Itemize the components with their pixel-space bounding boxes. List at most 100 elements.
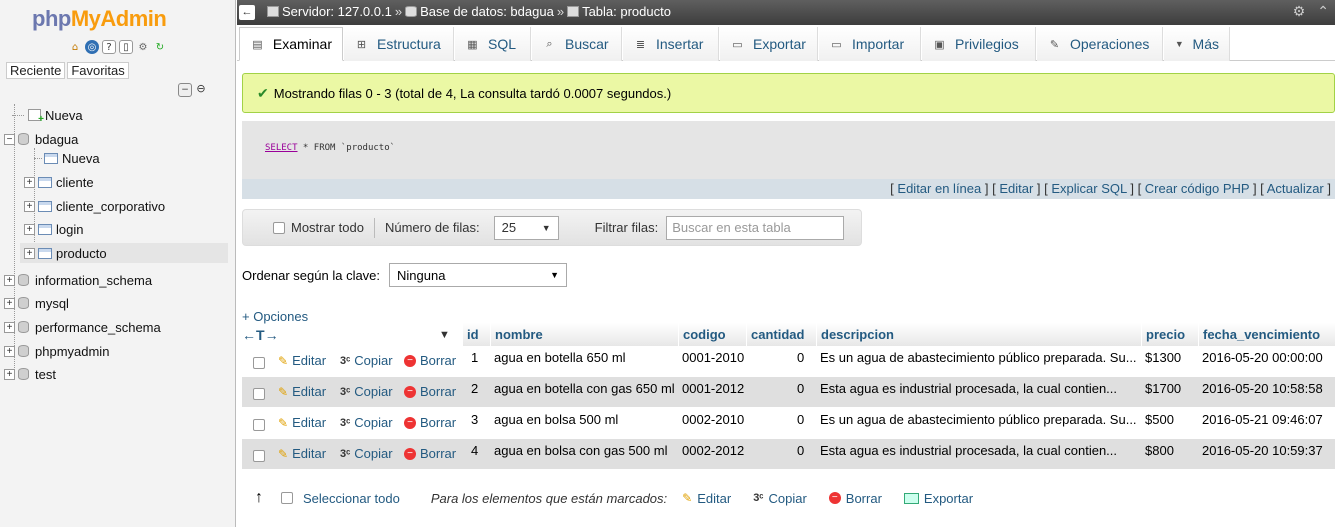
column-header-fecha-vencimiento[interactable]: fecha_vencimiento [1198,323,1335,346]
bulk-delete-button[interactable]: − Borrar [828,491,882,506]
expand-icon[interactable]: + [4,274,15,286]
tree-table-login[interactable]: + login [24,219,83,239]
row-checkbox[interactable] [253,357,265,369]
column-menu-icon[interactable]: ▼ [439,329,450,341]
breadcrumb-database[interactable]: Base de datos: bdagua [420,4,554,19]
collapse-topbar-icon[interactable]: ⌃ [1317,3,1329,20]
tree-db-bdagua[interactable]: − bdagua [4,129,78,149]
show-all-checkbox[interactable] [273,221,285,234]
insert-icon: ≣ [635,38,646,51]
cell-id: 3 [471,412,479,427]
recent-tab[interactable]: Reciente [6,62,66,79]
settings-gear-icon[interactable]: ⚙ [1293,3,1306,20]
row-edit-button[interactable]: ✎ Editar [278,408,326,438]
tree-table-cliente[interactable]: + cliente [24,172,94,192]
explain-sql-link[interactable]: Explicar SQL [1051,181,1126,196]
row-delete-button[interactable]: − Borrar [404,408,456,438]
row-copy-button[interactable]: 3ᶜ Copiar [340,408,393,438]
tab-estructura[interactable]: ⊞ Estructura [344,27,454,61]
column-header-nombre[interactable]: nombre [490,323,678,346]
with-selected-label: Para los elementos que están marcados: [430,490,668,506]
row-checkbox[interactable] [253,419,265,431]
tree-db-performance-schema[interactable]: + performance_schema [4,317,161,337]
up-arrow-icon: ↑ [255,489,263,506]
column-header-precio[interactable]: precio [1141,323,1198,346]
tab-operaciones[interactable]: ✎ Operaciones [1037,27,1163,61]
column-header-id[interactable]: id [462,323,490,346]
tab-sql[interactable]: ▦ SQL [455,27,531,61]
tab-exportar[interactable]: ▭ Exportar [720,27,818,61]
select-all-checkbox[interactable] [281,492,293,504]
tree-new-database[interactable]: Nueva [12,105,83,125]
copy-label: Copiar [354,384,393,399]
refresh-link[interactable]: Actualizar [1267,181,1324,196]
logout-icon[interactable]: ◎ [85,40,99,54]
row-delete-button[interactable]: − Borrar [404,377,456,407]
column-visibility-icon[interactable]: T [256,327,265,343]
expand-icon[interactable]: + [24,247,35,259]
link-icon[interactable]: ⊖ [194,83,208,97]
tab-buscar[interactable]: ⌕ Buscar [532,27,622,61]
filter-input[interactable]: Buscar en esta tabla [666,215,845,240]
row-edit-button[interactable]: ✎ Editar [278,346,326,376]
collapse-icon[interactable]: − [4,133,15,145]
bulk-edit-button[interactable]: ✎ Editar [682,491,731,506]
column-header-descripcion[interactable]: descripcion [816,323,1141,346]
right-arrow-icon[interactable]: → [265,327,279,343]
expand-icon[interactable]: + [4,368,15,380]
column-header-cantidad[interactable]: cantidad [746,323,816,346]
tab-examinar[interactable]: ▤ Examinar [239,27,343,61]
docs-icon[interactable]: ? [102,40,116,54]
row-copy-button[interactable]: 3ᶜ Copiar [340,377,393,407]
expand-icon[interactable]: + [24,223,35,235]
tree-db-information-schema[interactable]: + information_schema [4,270,152,290]
tree-db-test[interactable]: + test [4,364,56,384]
options-link[interactable]: + Opciones [242,309,308,324]
breadcrumb-server[interactable]: Servidor: 127.0.0.1 [282,4,392,19]
tree-label: phpmyadmin [35,343,110,359]
tab-mas[interactable]: ▼ Más [1164,27,1230,61]
back-arrow-icon[interactable]: ← [239,5,255,20]
tree-db-phpmyadmin[interactable]: + phpmyadmin [4,341,109,361]
row-copy-button[interactable]: 3ᶜ Copiar [340,439,393,469]
expand-icon[interactable]: + [4,345,15,357]
select-all-label[interactable]: Seleccionar todo [303,491,400,506]
rows-select[interactable]: 25 ▼ [493,215,559,240]
column-header-codigo[interactable]: codigo [678,323,746,346]
expand-icon[interactable]: + [24,176,35,188]
tab-importar[interactable]: ▭ Importar [819,27,921,61]
breadcrumb-table[interactable]: Tabla: producto [582,4,671,19]
tree-table-producto[interactable]: + producto [20,243,228,263]
bulk-copy-button[interactable]: 3ᶜ Copiar [753,491,807,506]
phpmyadmin-logo[interactable]: phpMyAdmin [32,6,167,32]
order-select[interactable]: Ninguna ▼ [389,263,568,287]
row-checkbox[interactable] [253,388,265,400]
create-php-code-link[interactable]: Crear código PHP [1145,181,1250,196]
bulk-export-button[interactable]: Exportar [903,491,973,506]
row-edit-button[interactable]: ✎ Editar [278,439,326,469]
tab-privilegios[interactable]: ▣ Privilegios [922,27,1036,61]
row-checkbox[interactable] [253,450,265,462]
tab-insertar[interactable]: ≣ Insertar [623,27,719,61]
row-delete-button[interactable]: − Borrar [404,439,456,469]
edit-inline-link[interactable]: Editar en línea [897,181,981,196]
row-edit-button[interactable]: ✎ Editar [278,377,326,407]
sql-keyword[interactable]: SELECT [265,143,298,153]
expand-icon[interactable]: + [24,200,35,212]
reload-icon[interactable]: ↻ [153,40,167,54]
row-copy-button[interactable]: 3ᶜ Copiar [340,346,393,376]
home-icon[interactable]: ⌂ [68,40,82,54]
row-delete-button[interactable]: − Borrar [404,346,456,376]
favorites-tab[interactable]: Favoritas [67,62,129,79]
tree-table-cliente-corporativo[interactable]: + cliente_corporativo [24,196,165,216]
sql-query[interactable]: SELECT * FROM `producto` [265,143,395,153]
tree-new-table[interactable]: Nueva [34,148,100,168]
tree-db-mysql[interactable]: + mysql [4,293,69,313]
sql-docs-icon[interactable]: ▯ [119,40,133,54]
collapse-all-icon[interactable]: − [178,83,192,97]
left-arrow-icon[interactable]: ← [242,327,256,343]
gear-icon[interactable]: ⚙ [136,40,150,54]
expand-icon[interactable]: + [4,321,15,333]
expand-icon[interactable]: + [4,297,15,309]
edit-link[interactable]: Editar [999,181,1033,196]
